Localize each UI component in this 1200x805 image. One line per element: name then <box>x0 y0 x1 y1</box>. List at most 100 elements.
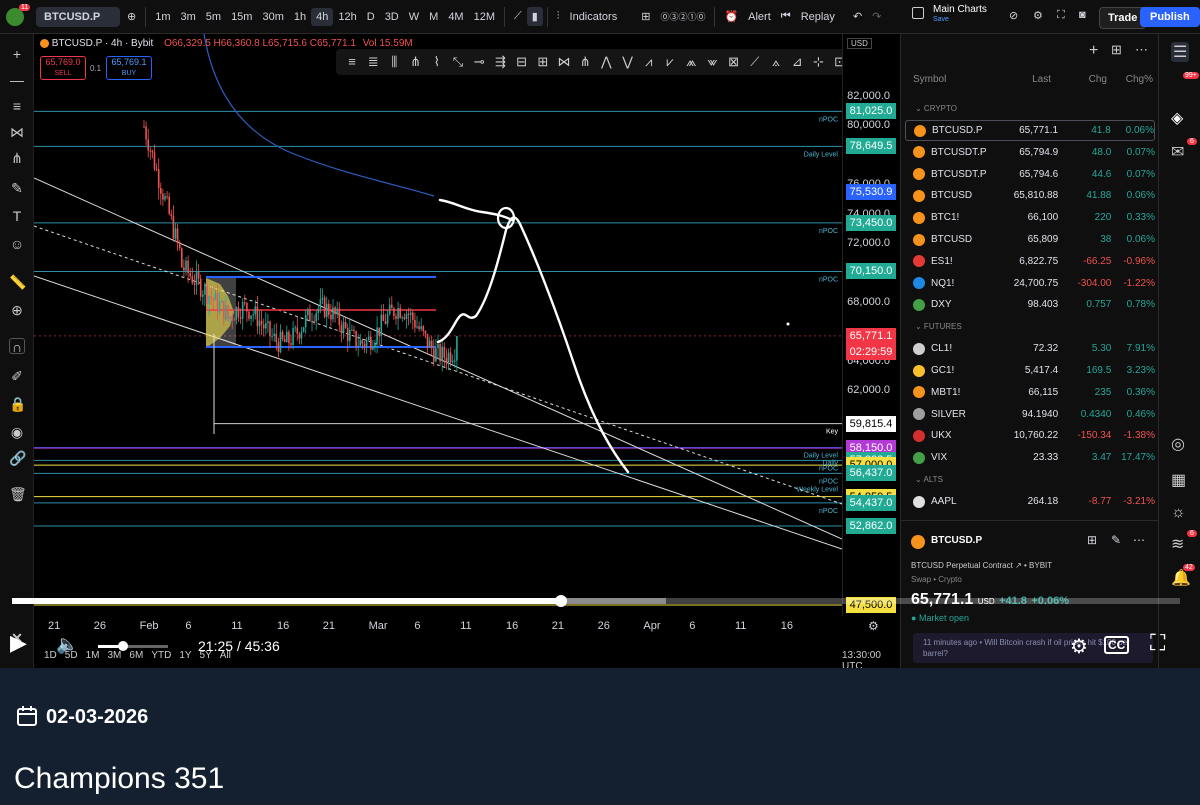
drawing-tool-2-icon[interactable]: ≣ <box>365 54 381 70</box>
watchlist-row[interactable]: GC1! 5,417.4 169.5 3.23% <box>905 360 1155 381</box>
emoji-icon[interactable]: ☺ <box>9 236 25 252</box>
external-link-icon[interactable]: ↗ <box>1015 561 1022 570</box>
channel-mid-line[interactable] <box>34 225 842 505</box>
video-seek-handle[interactable] <box>554 595 567 607</box>
chart-type-line-icon[interactable]: ⟋ <box>509 10 527 23</box>
snapshot-camera-icon[interactable]: ◙ <box>1074 9 1091 21</box>
undo-icon[interactable]: ↶ <box>848 10 867 23</box>
video-fullscreen-icon[interactable]: ⛶ <box>1150 630 1165 656</box>
stay-drawing-icon[interactable]: ✐ <box>9 368 25 384</box>
drawing-tool-18-icon[interactable]: ⩖ <box>704 54 720 70</box>
add-symbol-icon[interactable]: + <box>1089 42 1098 60</box>
video-settings-gear-icon[interactable]: ⚙ <box>1070 634 1088 659</box>
watchlist-row[interactable]: VIX 23.33 3.47 17.47% <box>905 447 1155 468</box>
watchlist-row[interactable]: MBT1! 66,115 235 0.36% <box>905 382 1155 403</box>
interval-1m[interactable]: 1m <box>150 11 175 23</box>
symbol-search-button[interactable]: BTCUSD.P <box>36 6 120 27</box>
currency-label[interactable]: USD <box>847 38 872 49</box>
prediction-icon[interactable]: ⋔ <box>9 150 25 166</box>
replay-button[interactable]: Replay <box>796 11 840 23</box>
video-seekbar[interactable] <box>12 595 1180 607</box>
drawing-tool-5-icon[interactable]: ⌇ <box>429 54 445 70</box>
watchlist-row[interactable]: CL1! 72.32 5.30 7.91% <box>905 338 1155 359</box>
drawing-tool-1-icon[interactable]: ≡ <box>344 54 360 70</box>
trash-icon[interactable]: 🗑 <box>9 486 27 502</box>
interval-12h[interactable]: 12h <box>333 11 361 23</box>
closed-captions-icon[interactable]: CC <box>1104 636 1130 654</box>
interval-5m[interactable]: 5m <box>201 11 226 23</box>
watchlist-section-crypto[interactable]: ⌄ CRYPTO <box>915 104 957 113</box>
interval-1h[interactable]: 1h <box>289 11 311 23</box>
interval-M[interactable]: M <box>424 11 443 23</box>
watchlist-row[interactable]: BTCUSD 65,810.88 41.88 0.06% <box>905 185 1155 206</box>
interval-4h[interactable]: 4h <box>311 7 334 26</box>
watchlist-row[interactable]: NQ1! 24,700.75 -304.00 -1.22% <box>905 273 1155 294</box>
link-icon[interactable]: 🔗 <box>9 450 26 466</box>
volume-icon[interactable]: 🔈 <box>56 634 78 655</box>
text-tool-icon[interactable]: T <box>9 208 25 224</box>
range-3M[interactable]: 3M <box>108 650 122 661</box>
details-more-icon[interactable]: ⋯ <box>1133 533 1145 547</box>
more-options-icon[interactable]: ⋯ <box>1135 42 1148 58</box>
drawing-tool-7-icon[interactable]: ⊸ <box>471 54 487 70</box>
magnet-icon[interactable]: ∩ <box>9 338 25 355</box>
drawing-tool-10-icon[interactable]: ⊞ <box>535 54 551 70</box>
drawing-tool-8-icon[interactable]: ⇶ <box>492 54 508 70</box>
settings-gear-icon[interactable]: ⚙ <box>1028 9 1048 22</box>
watchlist-row[interactable]: BTCUSDT.P 65,794.6 44.6 0.07% <box>905 164 1155 185</box>
feed-icon[interactable]: ≋ <box>1171 534 1184 554</box>
drawing-tool-6-icon[interactable]: ⤡ <box>450 54 466 70</box>
play-button-icon[interactable]: ▶ <box>10 630 27 656</box>
drawing-tool-11-icon[interactable]: ⋈ <box>556 54 572 70</box>
drawing-tool-22-icon[interactable]: ⊿ <box>789 54 805 70</box>
drawing-tool-17-icon[interactable]: ⩕ <box>683 54 699 70</box>
interval-15m[interactable]: 15m <box>226 11 257 23</box>
utc-clock[interactable]: 13:30:00 UTC <box>842 650 900 668</box>
details-grid-icon[interactable]: ⊞ <box>1087 533 1097 547</box>
indicators-button[interactable]: Indicators <box>565 11 623 23</box>
channel-lower-line[interactable] <box>34 275 842 550</box>
interval-12M[interactable]: 12M <box>469 11 500 23</box>
drawing-tool-9-icon[interactable]: ⊟ <box>514 54 530 70</box>
template-slots[interactable]: ⓪③②①⓪ <box>655 10 710 23</box>
watchlist-row[interactable]: SILVER 94.1940 0.4340 0.46% <box>905 404 1155 425</box>
layout-grid-icon[interactable]: ⊞ <box>636 10 655 23</box>
data-window-icon[interactable]: ◎ <box>1171 434 1185 454</box>
notifications-bell-icon[interactable]: 🔔 <box>1171 568 1191 588</box>
trendline-icon[interactable]: — <box>9 72 25 88</box>
publish-button[interactable]: Publish <box>1140 7 1200 27</box>
ideas-icon[interactable]: ☼ <box>1171 504 1186 522</box>
range-1Y[interactable]: 1Y <box>179 650 191 661</box>
range-YTD[interactable]: YTD <box>151 650 171 661</box>
edit-pencil-icon[interactable]: ✎ <box>1111 533 1121 547</box>
price-axis[interactable]: USD 82,000.080,000.076,000.074,000.072,0… <box>842 34 900 616</box>
buy-button[interactable]: 65,769.1 BUY <box>106 56 152 80</box>
watchlist-row[interactable]: BTC1! 66,100 220 0.33% <box>905 207 1155 228</box>
alert-button[interactable]: Alert <box>743 11 776 23</box>
interval-3D[interactable]: 3D <box>380 11 404 23</box>
drawing-tool-12-icon[interactable]: ⋔ <box>577 54 593 70</box>
volume-handle[interactable] <box>118 641 128 651</box>
chart-canvas[interactable]: nPOCDaily LevelnPOCnPOCKeyDaily LevelDai… <box>34 34 842 616</box>
drawing-tool-13-icon[interactable]: ⋀ <box>598 54 614 70</box>
details-symbol[interactable]: BTCUSD.P <box>931 535 982 546</box>
brush-icon[interactable]: ✎ <box>9 180 25 196</box>
drawing-tool-23-icon[interactable]: ⊹ <box>810 54 826 70</box>
watchlist-row[interactable]: DXY 98.403 0.757 0.78% <box>905 294 1155 315</box>
chat-icon[interactable]: ✉ <box>1171 142 1184 162</box>
visibility-eye-icon[interactable]: ◉ <box>9 424 25 440</box>
interval-D[interactable]: D <box>362 11 380 23</box>
watchlist-row[interactable]: ES1! 6,822.75 -66.25 -0.96% <box>905 251 1155 272</box>
range-1M[interactable]: 1M <box>86 650 100 661</box>
layout-menu-button[interactable]: Main Charts Save <box>933 5 987 25</box>
pattern-icon[interactable]: ⋈ <box>9 124 25 140</box>
interval-30m[interactable]: 30m <box>257 11 288 23</box>
interval-3m[interactable]: 3m <box>176 11 201 23</box>
redo-icon[interactable]: ↷ <box>867 10 886 23</box>
interval-W[interactable]: W <box>404 11 424 23</box>
fullscreen-icon[interactable]: ⛶ <box>1052 9 1070 22</box>
watchlist-row[interactable]: AAPL 264.18 -8.77 -3.21% <box>905 491 1155 512</box>
drawing-tool-20-icon[interactable]: ⟋ <box>747 54 763 70</box>
drawing-tool-16-icon[interactable]: ⩗ <box>662 54 678 70</box>
handdrawn-projection[interactable] <box>436 216 630 474</box>
